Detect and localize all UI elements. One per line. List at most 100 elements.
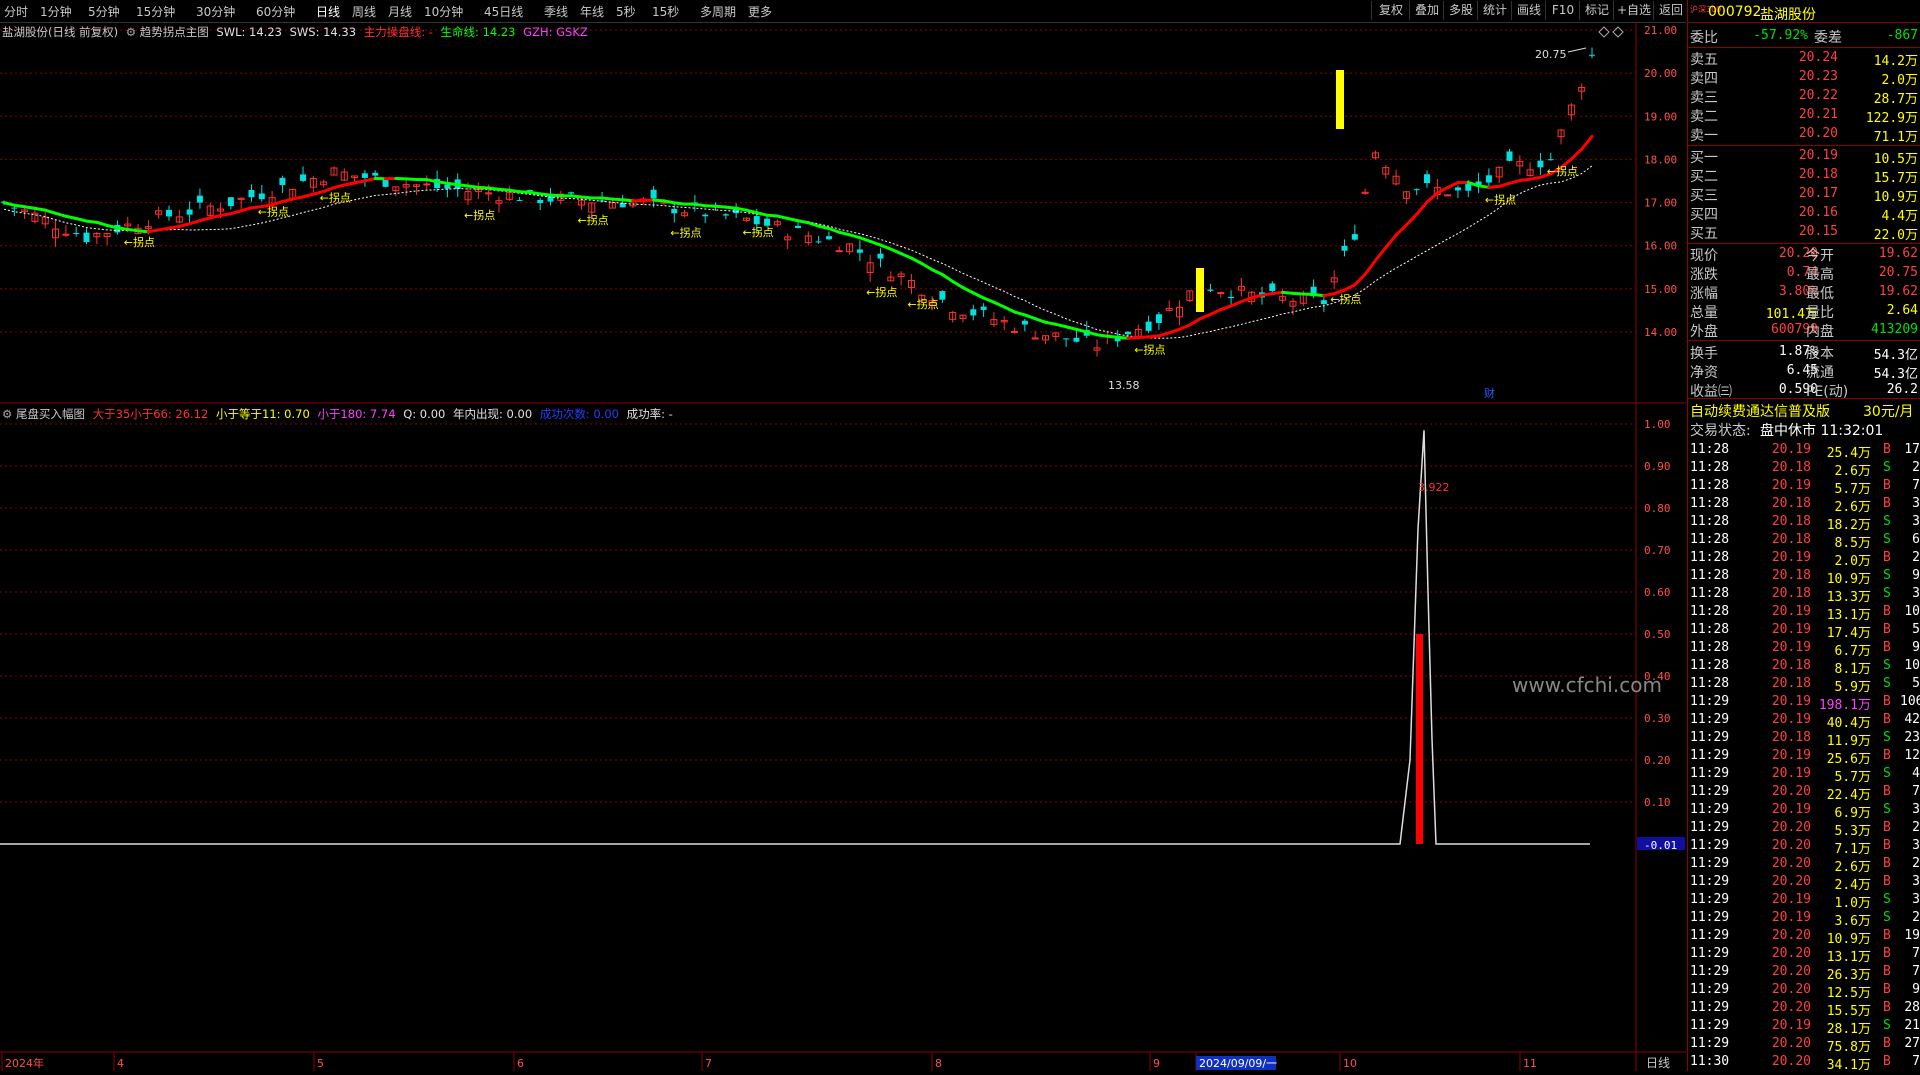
ask-vol-3: 122.9万: [1838, 107, 1918, 126]
tick-price: 20.18: [1761, 730, 1811, 745]
tick-direction: B: [1883, 964, 1891, 979]
candle-body: [568, 192, 574, 193]
sub-indicator-line: [0, 430, 1590, 844]
toolbar-button-1[interactable]: 叠加: [1409, 1, 1444, 20]
kline-chart[interactable]: 21.0020.0019.0018.0017.0016.0015.0014.00…: [0, 22, 1686, 1071]
ad-banner: 自动续费通达信普及版: [1690, 401, 1830, 421]
tick-time: 11:29: [1690, 694, 1729, 709]
candle-body: [11, 208, 17, 209]
main-ma-segment: [571, 196, 581, 197]
period-15[interactable]: 多周期: [700, 3, 736, 20]
main-ma-segment: [458, 185, 468, 186]
weibi-value: -57.92%: [1728, 28, 1808, 43]
tick-price: 20.19: [1761, 622, 1811, 637]
main-ma-segment: [1427, 193, 1437, 202]
gear-icon[interactable]: ⚙: [126, 25, 136, 39]
bid-price-1: 20.18: [1758, 167, 1838, 182]
toolbar-button-3[interactable]: 统计: [1477, 1, 1512, 20]
period-10[interactable]: 45日线: [484, 3, 523, 20]
period-8[interactable]: 月线: [388, 3, 412, 20]
lifeline: [4, 166, 1592, 338]
date-label: 5: [317, 1057, 324, 1070]
tick-time: 11:29: [1690, 712, 1729, 727]
toolbar-button-7[interactable]: +自选: [1613, 1, 1654, 20]
period-5[interactable]: 60分钟: [256, 3, 295, 20]
main-ma-segment: [829, 229, 839, 233]
sub-signal-bar: [1416, 634, 1423, 844]
legend-indicator[interactable]: 趋势拐点主图: [140, 25, 209, 39]
main-ma-segment: [66, 216, 76, 218]
period-3[interactable]: 15分钟: [136, 3, 175, 20]
toolbar-button-0[interactable]: 复权: [1371, 1, 1410, 20]
main-ma-segment: [1118, 337, 1128, 338]
price-tick-label: 19.00: [1644, 110, 1677, 123]
candle-body: [166, 210, 172, 217]
gear-icon[interactable]: ⚙: [2, 407, 12, 421]
main-ma-segment: [1076, 329, 1086, 332]
price-tick-label: 21.00: [1644, 24, 1677, 37]
price-tick-label: 18.00: [1644, 153, 1677, 166]
candle-body: [1455, 187, 1461, 190]
main-ma-segment: [757, 213, 767, 215]
toolbar-button-2[interactable]: 多股: [1443, 1, 1478, 20]
main-ma-segment: [551, 195, 561, 196]
sub-legend-name[interactable]: 尾盘买入幅图: [16, 407, 85, 421]
main-ma-segment: [726, 207, 736, 208]
candle-body: [754, 216, 760, 224]
main-ma-segment: [870, 241, 880, 245]
period-6[interactable]: 日线: [316, 3, 340, 20]
legend-swl: SWL: 14.23: [216, 25, 282, 39]
period-1[interactable]: 1分钟: [40, 3, 72, 20]
chart-area[interactable]: 21.0020.0019.0018.0017.0016.0015.0014.00…: [0, 22, 1686, 1071]
legend-main-line: 主力操盘线: -: [364, 25, 433, 39]
tick-price: 20.20: [1761, 928, 1811, 943]
period-7[interactable]: 周线: [352, 3, 376, 20]
period-0[interactable]: 分时: [4, 3, 28, 20]
period-12[interactable]: 年线: [580, 3, 604, 20]
period-9[interactable]: 10分钟: [424, 3, 463, 20]
turn-point-label: ←拐点: [124, 235, 155, 249]
stat-label-0: 现价: [1690, 245, 1718, 265]
main-ma-segment: [612, 199, 622, 200]
tick-volume: 5.7万: [1811, 478, 1871, 497]
main-ma-segment: [4, 203, 14, 206]
main-ma-segment: [1365, 260, 1375, 274]
period-11[interactable]: 季线: [544, 3, 568, 20]
period-13[interactable]: 5秒: [616, 3, 636, 20]
main-ma-segment: [984, 298, 994, 302]
stat-label2-5: 股本: [1806, 343, 1834, 363]
candle-body: [300, 174, 306, 180]
period-2[interactable]: 5分钟: [88, 3, 120, 20]
main-ma-segment: [1200, 314, 1210, 318]
status-label: 交易状态:: [1690, 420, 1751, 440]
toolbar-button-6[interactable]: 标记: [1579, 1, 1614, 20]
candle-body: [970, 309, 976, 315]
toolbar-button-8[interactable]: 返回: [1653, 1, 1688, 20]
period-14[interactable]: 15秒: [652, 3, 679, 20]
candle-body: [444, 185, 450, 189]
main-ma-segment: [994, 302, 1004, 307]
turn-point-label: ←拐点: [670, 225, 701, 239]
tick-volume: 34.1万: [1811, 1054, 1871, 1073]
ask-price-2: 20.22: [1758, 88, 1838, 103]
stat-value2-3: 2.64: [1848, 303, 1918, 318]
period-16[interactable]: 更多: [748, 3, 772, 20]
legend-gzh: GZH: GSKZ: [523, 25, 588, 39]
stat-label2-2: 最低: [1806, 283, 1834, 303]
tick-row: 11:2920.1811.9万S23: [1688, 730, 1920, 748]
period-4[interactable]: 30分钟: [196, 3, 235, 20]
sub-legend-p6: 成功次数: 0.00: [540, 407, 619, 421]
divider: [1688, 47, 1920, 48]
main-ma-segment: [1210, 310, 1220, 315]
tick-time: 11:29: [1690, 928, 1729, 943]
tick-direction: B: [1883, 820, 1891, 835]
divider: [1688, 340, 1920, 341]
tick-direction: S: [1883, 1018, 1891, 1033]
toolbar-button-5[interactable]: F10: [1545, 1, 1580, 20]
main-ma-segment: [1355, 274, 1365, 285]
main-ma-segment: [1510, 181, 1520, 184]
tick-row: 11:2920.205.3万B2: [1688, 820, 1920, 838]
candle-body: [279, 178, 285, 185]
main-ma-segment: [25, 207, 35, 209]
toolbar-button-4[interactable]: 画线: [1511, 1, 1546, 20]
